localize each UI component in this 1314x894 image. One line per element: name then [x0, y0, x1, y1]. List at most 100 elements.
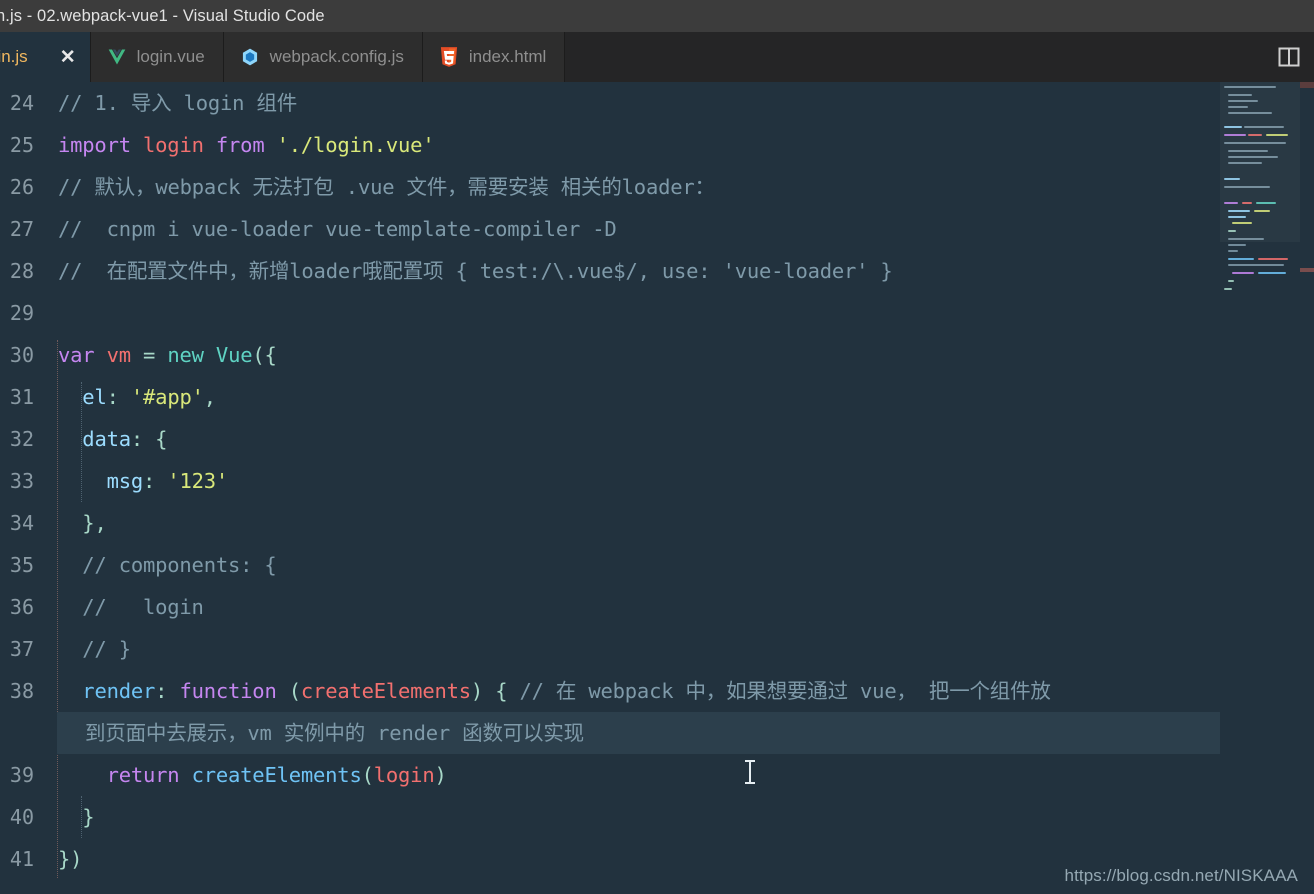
line-number-gutter: 24 25 26 27 28 29 30 31 32 33 34 35 36 3…: [0, 82, 46, 894]
line-number: 29: [9, 301, 34, 325]
tab-login-vue[interactable]: login.vue: [90, 32, 224, 82]
line-number: 34: [9, 511, 34, 535]
code-token: // login: [58, 595, 204, 619]
watermark: https://blog.csdn.net/NISKAAA: [1064, 866, 1298, 885]
tab-label-webpack-config-js: webpack.config.js: [269, 47, 404, 66]
code-token-msg: msg: [106, 469, 144, 493]
code-token-createElements-param: createElements: [300, 679, 471, 703]
code-token-paren-close: ): [434, 763, 447, 787]
code-token-login: login: [143, 133, 204, 157]
line-number: 30: [9, 343, 34, 367]
code-token-colon: : {: [130, 427, 168, 451]
code-token-wrapped-comment: 到页面中去展示，vm 实例中的 render 函数可以实现: [85, 721, 584, 745]
minimap-viewport-slider[interactable]: [1220, 82, 1300, 242]
code-token-close-brace: },: [82, 511, 107, 535]
code-token-login-arg: login: [373, 763, 435, 787]
line-number: 27: [9, 217, 34, 241]
line-number: 26: [9, 175, 34, 199]
code-line-38-wrapped[interactable]: 到页面中去展示，vm 实例中的 render 函数可以实现: [57, 712, 1237, 754]
code-token-el: el: [82, 385, 107, 409]
html5-icon: [439, 47, 459, 67]
tab-webpack-config-js[interactable]: webpack.config.js: [223, 32, 423, 82]
split-editor-icon[interactable]: [1272, 43, 1306, 71]
vertical-scrollbar[interactable]: [1300, 82, 1314, 894]
code-token-vm: vm: [106, 343, 131, 367]
code-token-close-brace: }: [82, 805, 95, 829]
code-token: // }: [58, 637, 131, 661]
code-token-var: var: [58, 343, 95, 367]
code-line-31[interactable]: el: '#app',: [46, 376, 216, 418]
code-token-new: new: [167, 343, 204, 367]
code-line-37[interactable]: // }: [46, 628, 131, 670]
line-number: 36: [9, 595, 34, 619]
line-number: 24: [9, 91, 34, 115]
code-token-from: from: [215, 133, 265, 157]
code-token-vue: Vue: [215, 343, 253, 367]
code-token-paren-open: (: [361, 763, 374, 787]
webpack-icon: [240, 47, 260, 67]
code-line-35[interactable]: // components: {: [46, 544, 277, 586]
code-token-inline-comment: // 在 webpack 中，如果想要通过 vue， 把一个组件放: [519, 679, 1051, 703]
code-line-34[interactable]: },: [46, 502, 107, 544]
vscode-window: n.js - 02.webpack-vue1 - Visual Studio C…: [0, 0, 1314, 894]
code-line-38[interactable]: render: function (createElements) { // 在…: [46, 670, 1051, 712]
line-number: 37: [9, 637, 34, 661]
code-editor[interactable]: 24 25 26 27 28 29 30 31 32 33 34 35 36 3…: [0, 82, 1314, 894]
vue-icon: [107, 47, 127, 67]
code-line-24[interactable]: // 1. 导入 login 组件: [46, 82, 297, 124]
code-token-equals: =: [130, 343, 168, 367]
title-bar: n.js - 02.webpack-vue1 - Visual Studio C…: [0, 0, 1314, 32]
code-content[interactable]: // 1. 导入 login 组件 import login from './l…: [46, 82, 1314, 894]
tab-index-html[interactable]: index.html: [422, 32, 566, 82]
code-token: // components: {: [58, 553, 277, 577]
tab-label-main-js: ain.js: [0, 47, 28, 66]
code-token-import: import: [58, 133, 131, 157]
code-token-comma: ,: [203, 385, 216, 409]
code-token-return: return: [106, 763, 180, 787]
code-token-colon: :: [106, 385, 131, 409]
code-line-33[interactable]: msg: '123': [46, 460, 229, 502]
code-token-colon: :: [155, 679, 180, 703]
code-line-25[interactable]: import login from './login.vue': [46, 124, 435, 166]
close-icon[interactable]: ✕: [60, 48, 76, 67]
code-line-29[interactable]: [46, 292, 58, 334]
code-token: // cnpm i vue-loader vue-template-compil…: [58, 217, 617, 241]
code-line-36[interactable]: // login: [46, 586, 204, 628]
code-token-close-call: }): [58, 847, 83, 871]
code-line-39[interactable]: return createElements(login): [46, 754, 447, 796]
line-number: 38: [9, 679, 34, 703]
text-cursor-pointer: [745, 760, 755, 784]
code-token-paren-open: (: [288, 679, 301, 703]
code-token-app-selector: '#app': [130, 385, 204, 409]
code-line-28[interactable]: // 在配置文件中，新增loader哦配置项 { test:/\.vue$/, …: [46, 250, 893, 292]
line-number: 28: [9, 259, 34, 283]
code-line-26[interactable]: // 默认，webpack 无法打包 .vue 文件，需要安装 相关的loade…: [46, 166, 715, 208]
line-number: 25: [9, 133, 34, 157]
tab-main-js[interactable]: ain.js ✕: [0, 32, 91, 82]
scrollbar-thumb[interactable]: [1300, 82, 1314, 88]
editor-tab-bar: ain.js ✕ login.vue webpack.config.js: [0, 32, 1314, 82]
code-line-40[interactable]: }: [46, 796, 94, 838]
line-number: 39: [9, 763, 34, 787]
line-number: 31: [9, 385, 34, 409]
code-token: // 默认，webpack 无法打包 .vue 文件，需要安装 相关的loade…: [58, 175, 715, 199]
code-token-msg-value: '123': [167, 469, 229, 493]
code-token-module-path: './login.vue': [276, 133, 435, 157]
code-token-paren-close: ) {: [470, 679, 520, 703]
line-number: 35: [9, 553, 34, 577]
code-line-27[interactable]: // cnpm i vue-loader vue-template-compil…: [46, 208, 617, 250]
line-number: 33: [9, 469, 34, 493]
code-token-function: function: [179, 679, 277, 703]
code-line-30[interactable]: var vm = new Vue({: [46, 334, 277, 376]
code-line-41[interactable]: }): [46, 838, 82, 880]
line-number: 40: [9, 805, 34, 829]
code-line-32[interactable]: data: {: [46, 418, 167, 460]
